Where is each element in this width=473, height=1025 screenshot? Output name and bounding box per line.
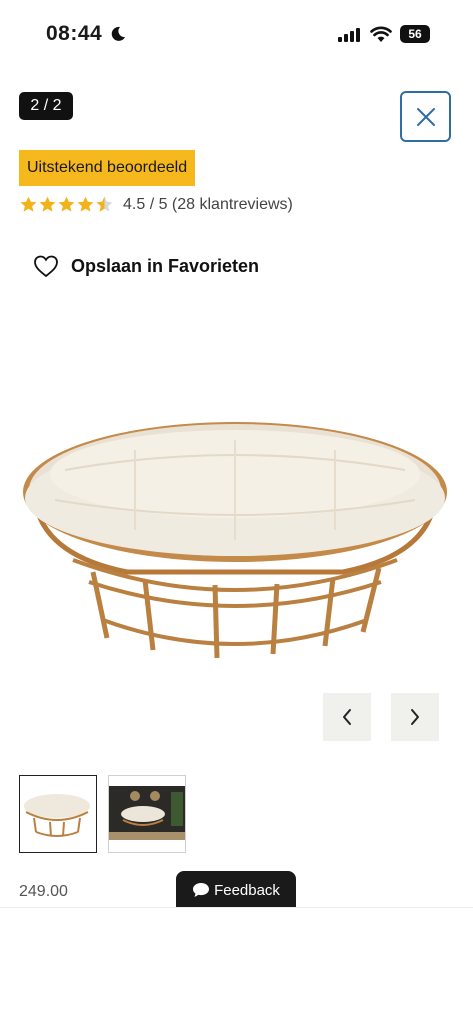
chevron-left-icon — [343, 709, 351, 725]
star-icon — [20, 196, 37, 212]
heart-icon — [34, 255, 58, 278]
product-image[interactable] — [15, 410, 455, 670]
close-button[interactable] — [400, 91, 451, 142]
chat-bubble-icon — [193, 883, 210, 897]
star-icon — [39, 196, 56, 212]
signal-icon — [338, 28, 360, 42]
product-price: 249.00 — [19, 883, 68, 900]
next-image-button[interactable] — [391, 693, 439, 741]
rating-text[interactable]: 4.5 / 5 (28 klantreviews) — [123, 196, 293, 214]
thumbnail-image — [109, 786, 185, 840]
star-icon — [77, 196, 94, 212]
bottom-panel — [0, 907, 473, 1025]
image-counter: 2 / 2 — [19, 92, 73, 120]
wifi-icon — [370, 26, 392, 42]
favorites-label: Opslaan in Favorieten — [71, 255, 260, 276]
thumbnail-2[interactable] — [108, 775, 186, 853]
close-icon — [416, 107, 435, 126]
status-time: 08:44 — [46, 22, 103, 45]
rating-badge: Uitstekend beoordeeld — [19, 150, 196, 186]
battery-indicator: 56 — [400, 25, 430, 43]
feedback-label: Feedback — [214, 881, 280, 899]
save-favorites-button[interactable]: Opslaan in Favorieten — [33, 254, 259, 278]
chevron-right-icon — [411, 709, 419, 725]
star-icon — [58, 196, 75, 212]
previous-image-button[interactable] — [323, 693, 371, 741]
moon-icon — [111, 26, 125, 41]
star-half-icon — [96, 196, 113, 212]
feedback-button[interactable]: Feedback — [176, 871, 296, 909]
thumbnail-image — [24, 794, 90, 837]
star-rating — [19, 195, 114, 214]
thumbnail-1[interactable] — [19, 775, 97, 853]
status-bar: 08:44 56 — [0, 0, 473, 70]
